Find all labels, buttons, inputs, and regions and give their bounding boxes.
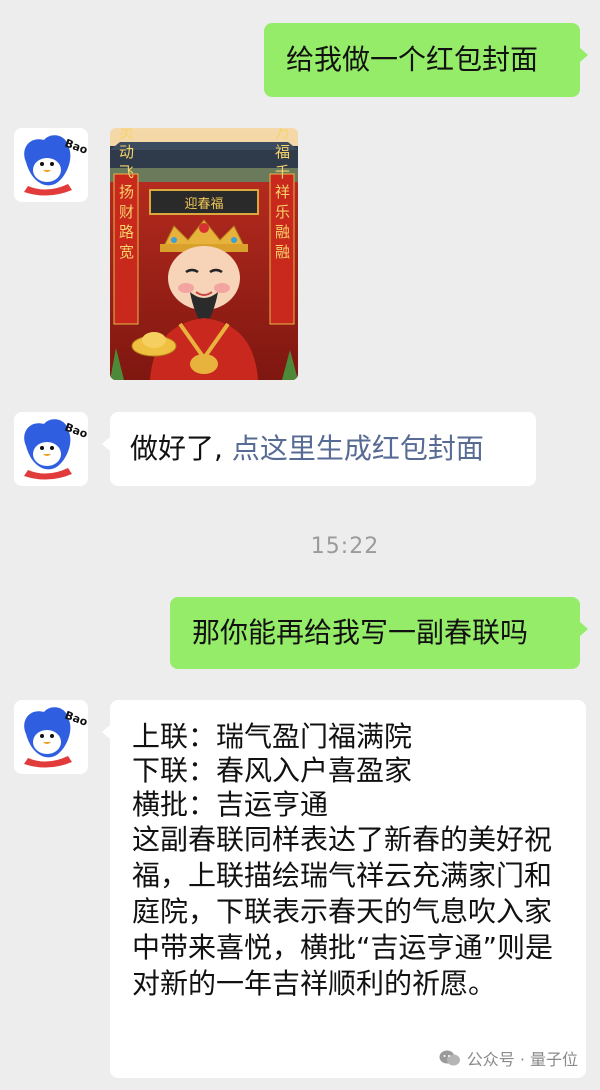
outgoing-message-bubble[interactable]: 给我做一个红包封面	[264, 23, 588, 97]
bao-penguin-avatar-icon: Bao	[14, 700, 88, 774]
svg-text:灵动飞扬财路宽: 灵动飞扬财路宽	[117, 128, 135, 264]
couplet-lower-line: 下联：春风入户喜盈家	[132, 754, 413, 787]
incoming-message-bubble[interactable]: 上联：瑞气盈门福满院 下联：春风入户喜盈家 横批：吉运亨通 这副春联同样表达了新…	[102, 700, 586, 1078]
generate-cover-link[interactable]: 点这里生成红包封面	[232, 432, 484, 465]
svg-text:万福千祥乐融融: 万福千祥乐融融	[273, 128, 291, 264]
watermark-text: 公众号 · 量子位	[466, 1050, 578, 1069]
watermark: 公众号 · 量子位	[439, 1046, 578, 1070]
outgoing-message-bubble[interactable]: 那你能再给我写一副春联吗	[170, 597, 588, 669]
chat-timestamp: 15:22	[310, 534, 380, 559]
couplet-explanation: 这副春联同样表达了新春的美好祝福，上联描绘瑞气祥云充满家门和庭院，下联表示春天的…	[132, 823, 554, 1000]
contact-avatar[interactable]: Bao	[14, 700, 88, 774]
couplet-horizontal-line: 横批：吉运亨通	[132, 788, 329, 821]
red-envelope-cover-image[interactable]: 迎春福 灵动飞扬财路宽 万福千祥乐融融	[110, 128, 298, 380]
contact-avatar[interactable]: Bao	[14, 128, 88, 202]
message-text: 做好了,	[130, 432, 232, 465]
couplet-upper-line: 上联：瑞气盈门福满院	[132, 720, 413, 753]
bao-penguin-avatar-icon: Bao	[14, 412, 88, 486]
contact-avatar[interactable]: Bao	[14, 412, 88, 486]
incoming-message-bubble[interactable]: 做好了, 点这里生成红包封面	[102, 412, 536, 486]
svg-text:迎春福: 迎春福	[184, 197, 223, 212]
bao-penguin-avatar-icon: Bao	[14, 128, 88, 202]
wechat-official-account-icon	[439, 1050, 460, 1066]
message-text: 那你能再给我写一副春联吗	[192, 616, 529, 649]
red-envelope-cover-art: 迎春福 灵动飞扬财路宽 万福千祥乐融融	[110, 128, 298, 380]
message-text: 给我做一个红包封面	[286, 43, 539, 76]
